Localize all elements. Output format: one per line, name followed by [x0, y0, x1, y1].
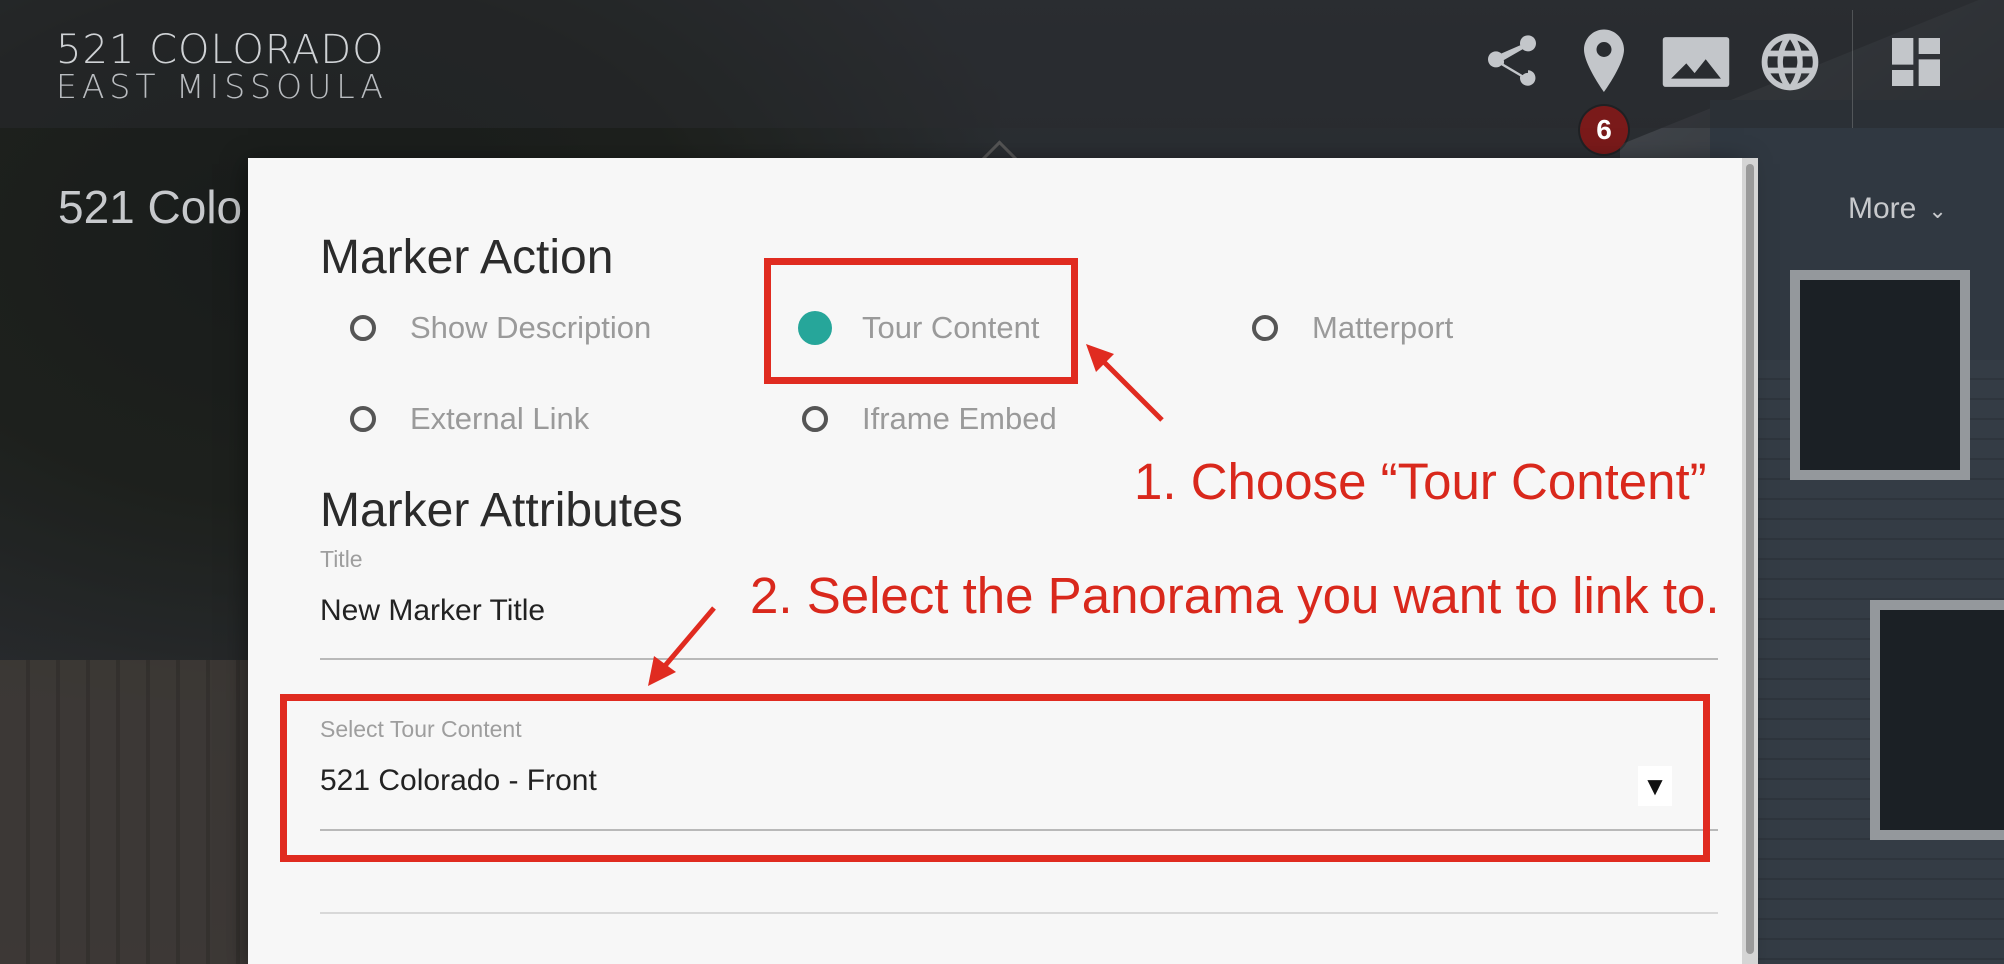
marker-count-badge: 6: [1580, 106, 1628, 154]
logo-line-1: 521 COLORADO: [56, 27, 385, 73]
header-divider: [1852, 10, 1853, 128]
annotation-box-tour-content: [764, 258, 1078, 384]
annotation-step-1: 1. Choose “Tour Content”: [1134, 453, 1707, 510]
page-title: 521 Colo: [58, 181, 243, 233]
annotation-step-2: 2. Select the Panorama you want to link …: [750, 567, 1720, 624]
radio-circle: [350, 315, 376, 341]
title-field-underline: [320, 658, 1718, 660]
annotation-box-select: [280, 694, 1710, 862]
logo-line-2: EAST MISSOULA: [56, 67, 388, 106]
share-icon[interactable]: [1476, 26, 1548, 98]
top-header-bar: 521 COLORADO EAST MISSOULA 6: [0, 0, 2004, 154]
dialog-scrollbar[interactable]: [1742, 158, 1758, 964]
marker-attributes-heading: Marker Attributes: [320, 484, 683, 537]
annotation-arrow-2: [648, 606, 716, 686]
dashboard-icon[interactable]: [1880, 26, 1952, 98]
map-marker-icon[interactable]: [1568, 26, 1640, 98]
radio-matterport[interactable]: Matterport: [1252, 310, 1453, 346]
image-icon[interactable]: [1660, 26, 1732, 98]
radio-show-description[interactable]: Show Description: [350, 310, 651, 346]
more-label: More: [1848, 192, 1917, 225]
radio-iframe-embed[interactable]: Iframe Embed: [802, 401, 1057, 437]
annotation-arrow-1: [1086, 344, 1164, 422]
tour-logo[interactable]: 521 COLORADO EAST MISSOULA: [56, 30, 388, 104]
title-field-label: Title: [320, 546, 363, 572]
radio-circle: [802, 406, 828, 432]
chevron-down-icon: ⌄: [1928, 198, 1947, 223]
marker-action-heading: Marker Action: [320, 231, 614, 284]
radio-label: Iframe Embed: [862, 401, 1057, 436]
scrollbar-thumb[interactable]: [1746, 164, 1754, 954]
radio-circle: [1252, 315, 1278, 341]
radio-label: Show Description: [410, 310, 652, 345]
radio-circle: [350, 406, 376, 432]
title-field-input[interactable]: New Marker Title: [320, 594, 545, 628]
radio-label: Matterport: [1312, 310, 1454, 345]
section-divider: [320, 912, 1718, 914]
radio-external-link[interactable]: External Link: [350, 401, 589, 437]
more-menu-button[interactable]: More ⌄: [1848, 192, 1947, 226]
radio-label: External Link: [410, 401, 590, 436]
globe-icon[interactable]: [1754, 26, 1826, 98]
